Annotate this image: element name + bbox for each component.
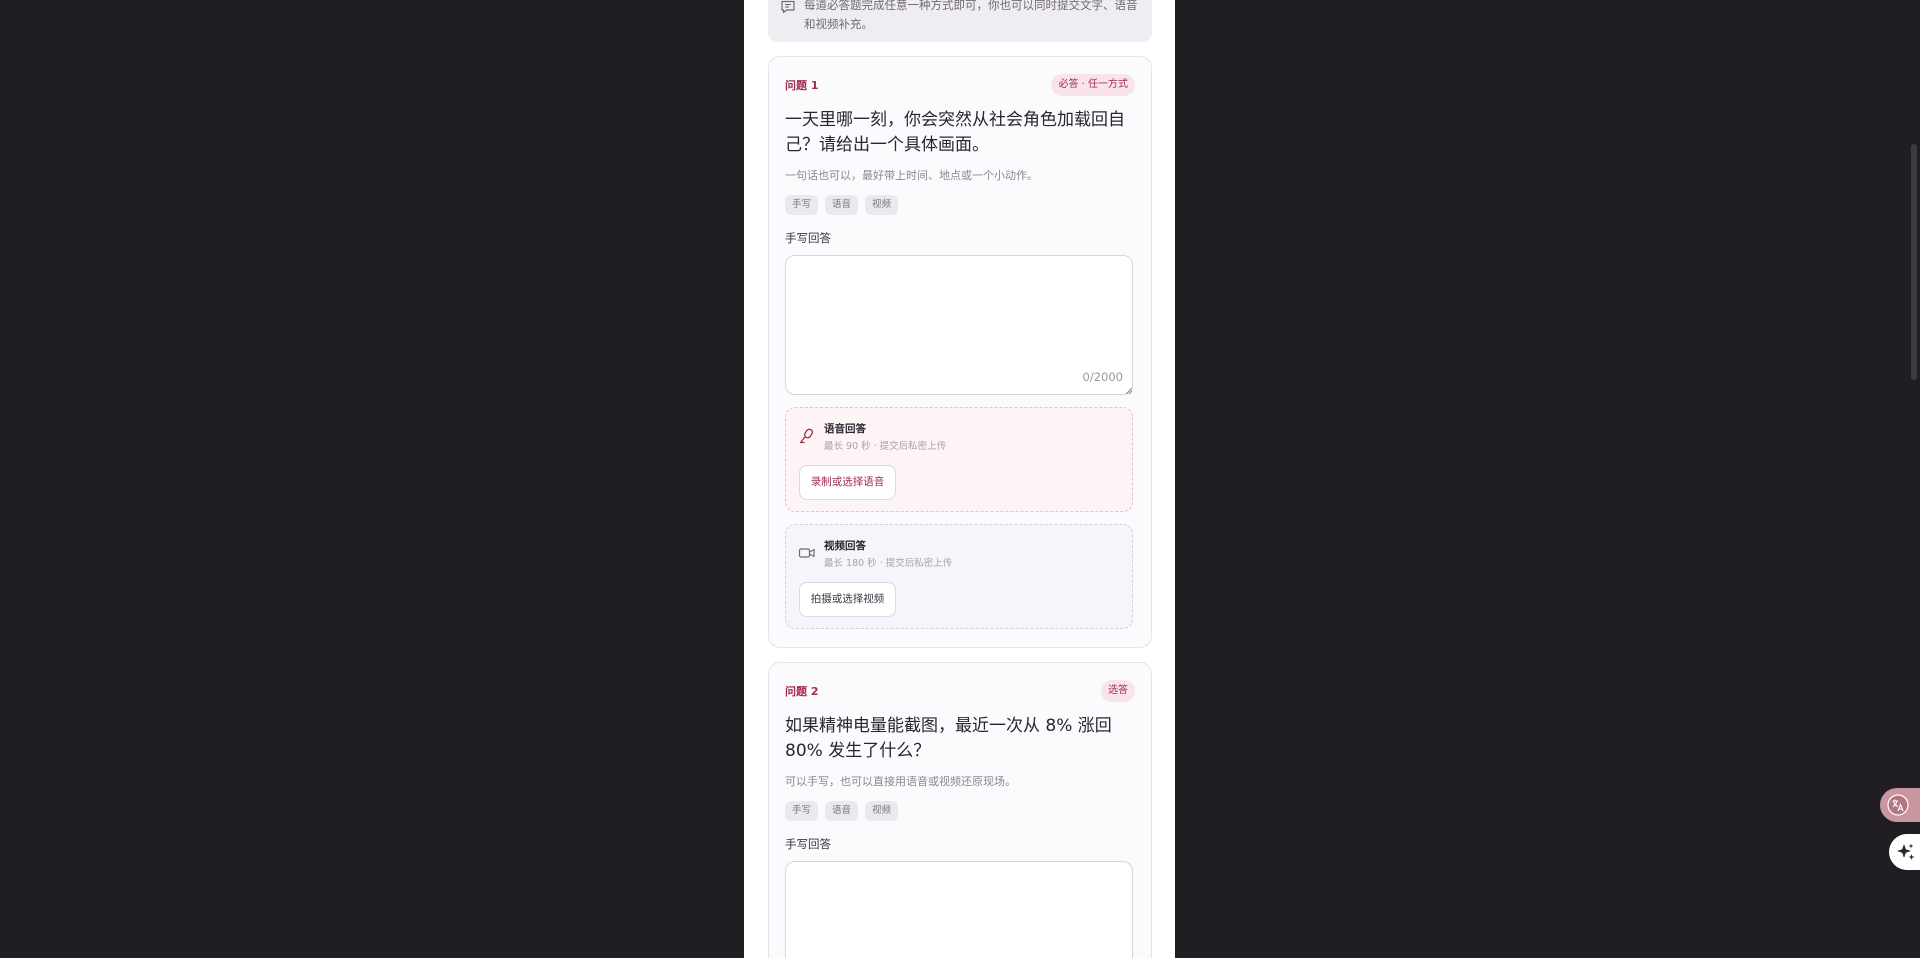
microphone-icon <box>799 428 814 444</box>
chip-voice: 语音 <box>825 195 859 215</box>
text-answer-label: 手写回答 <box>785 231 831 245</box>
question-card-1: 问题 1 必答 · 任一方式 一天里哪一刻，你会突然从社会角色加载回自己？请给出… <box>768 56 1152 648</box>
chat-bubble-icon <box>781 0 795 14</box>
scrollbar-thumb[interactable] <box>1911 144 1917 380</box>
chip-video: 视频 <box>865 195 899 215</box>
voice-answer-subtitle: 最长 90 秒 · 提交后私密上传 <box>824 441 947 452</box>
chip-handwrite: 手写 <box>785 801 819 821</box>
chip-video: 视频 <box>865 801 899 821</box>
question-label: 问题 1 <box>785 79 819 92</box>
answer-mode-chips: 手写 语音 视频 <box>785 801 899 821</box>
record-voice-button[interactable]: 录制或选择语音 <box>799 465 896 500</box>
video-answer-subtitle: 最长 180 秒 · 提交后私密上传 <box>824 558 953 569</box>
translate-button[interactable] <box>1880 788 1920 822</box>
sparkle-icon <box>1897 843 1915 860</box>
text-answer-input[interactable] <box>785 255 1133 395</box>
voice-answer-box: 语音回答 最长 90 秒 · 提交后私密上传 录制或选择语音 <box>785 407 1133 512</box>
char-counter: 0/2000 <box>1082 370 1123 384</box>
chip-handwrite: 手写 <box>785 195 819 215</box>
answer-mode-chips: 手写 语音 视频 <box>785 195 899 215</box>
question-hint: 一句话也可以，最好带上时间、地点或一个小动作。 <box>785 169 1038 182</box>
notice-banner: 每道必答题完成任意一种方式即可，你也可以同时提交文字、语音和视频补充。 <box>768 0 1152 42</box>
text-answer-label: 手写回答 <box>785 837 831 851</box>
resize-grip-icon[interactable] <box>1125 387 1133 395</box>
optional-badge: 选答 <box>1101 680 1135 702</box>
notice-text: 每道必答题完成任意一种方式即可，你也可以同时提交文字、语音和视频补充。 <box>804 0 1138 31</box>
required-badge: 必答 · 任一方式 <box>1051 74 1135 96</box>
question-hint: 可以手写，也可以直接用语音或视频还原现场。 <box>785 775 1016 788</box>
chip-voice: 语音 <box>825 801 859 821</box>
question-label: 问题 2 <box>785 685 819 698</box>
question-card-2: 问题 2 选答 如果精神电量能截图，最近一次从 8% 涨回 80% 发生了什么？… <box>768 662 1152 958</box>
video-answer-title: 视频回答 <box>824 540 866 552</box>
ai-assistant-button[interactable] <box>1889 834 1920 870</box>
voice-answer-title: 语音回答 <box>824 423 866 435</box>
question-title: 一天里哪一刻，你会突然从社会角色加载回自己？请给出一个具体画面。 <box>785 110 1125 155</box>
video-camera-icon <box>798 548 815 558</box>
text-answer-input[interactable] <box>785 861 1133 958</box>
question-title: 如果精神电量能截图，最近一次从 8% 涨回 80% 发生了什么？ <box>785 716 1112 761</box>
translate-icon <box>1887 794 1909 816</box>
video-answer-box: 视频回答 最长 180 秒 · 提交后私密上传 拍摄或选择视频 <box>785 524 1133 629</box>
record-video-button[interactable]: 拍摄或选择视频 <box>799 582 896 617</box>
survey-page: 每道必答题完成任意一种方式即可，你也可以同时提交文字、语音和视频补充。 问题 1… <box>744 0 1175 958</box>
